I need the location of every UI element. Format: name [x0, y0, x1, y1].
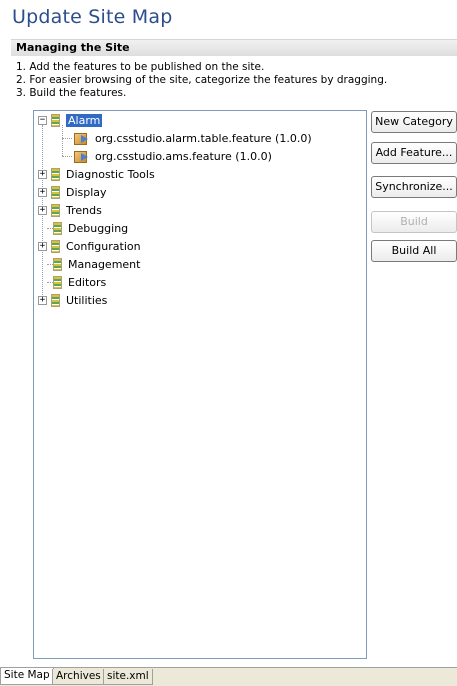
expand-icon[interactable]: +	[38, 169, 47, 179]
instruction-3: 3. Build the features.	[16, 87, 127, 99]
tree-item-debugging[interactable]: Debugging	[49, 219, 128, 237]
tree-item-label: Trends	[66, 203, 102, 217]
tree-item-trends[interactable]: + Trends	[38, 201, 102, 219]
feature-icon	[74, 131, 90, 145]
section-title: Managing the Site	[16, 41, 130, 54]
category-icon	[51, 113, 60, 127]
instruction-2: 2. For easier browsing of the site, cate…	[16, 74, 388, 86]
expand-icon[interactable]: +	[38, 295, 47, 305]
collapse-icon[interactable]: −	[38, 115, 47, 125]
tab-archives[interactable]: Archives	[52, 669, 105, 685]
tree-item-label: org.csstudio.alarm.table.feature (1.0.0)	[95, 131, 312, 145]
synchronize-button[interactable]: Synchronize...	[371, 176, 457, 198]
tree-item-label: Display	[66, 185, 107, 199]
tree-item-utilities[interactable]: + Utilities	[38, 291, 107, 309]
category-icon	[53, 275, 62, 289]
category-icon	[51, 203, 60, 217]
expand-icon[interactable]: +	[38, 187, 47, 197]
tree-item-management[interactable]: Management	[49, 255, 140, 273]
category-icon	[51, 239, 60, 253]
category-icon	[53, 257, 62, 271]
expand-icon[interactable]: +	[38, 205, 47, 215]
tree-item-label: Utilities	[66, 293, 108, 307]
tree-item-editors[interactable]: Editors	[49, 273, 106, 291]
tree-item-label: Editors	[68, 275, 107, 289]
new-category-button[interactable]: New Category	[371, 111, 457, 133]
tree-item-label: Management	[68, 257, 141, 271]
tab-site-map[interactable]: Site Map	[0, 668, 54, 685]
tree-item-label: Configuration	[66, 239, 141, 253]
tree-item-configuration[interactable]: + Configuration	[38, 237, 141, 255]
tree-item-label: Alarm	[66, 113, 103, 127]
site-map-tree[interactable]: − Alarm org.csstudio.alarm.table.feature…	[33, 110, 367, 659]
instructions: 1. Add the features to be published on t…	[16, 61, 387, 100]
instruction-1: 1. Add the features to be published on t…	[16, 61, 265, 73]
tree-item-label: Diagnostic Tools	[66, 167, 155, 181]
tree-item-label: Debugging	[68, 221, 129, 235]
tab-site-xml[interactable]: site.xml	[103, 669, 153, 685]
tree-item-diagnostic-tools[interactable]: + Diagnostic Tools	[38, 165, 155, 183]
page-title: Update Site Map	[12, 6, 173, 28]
category-icon	[51, 167, 60, 181]
tree-item-feature[interactable]: org.csstudio.ams.feature (1.0.0)	[74, 147, 272, 165]
tree-item-display[interactable]: + Display	[38, 183, 107, 201]
section-header: Managing the Site	[11, 39, 457, 56]
category-icon	[51, 293, 60, 307]
build-button[interactable]: Build	[371, 211, 457, 233]
tree-item-feature[interactable]: org.csstudio.alarm.table.feature (1.0.0)	[74, 129, 312, 147]
tree-item-alarm[interactable]: − Alarm	[38, 111, 103, 129]
category-icon	[53, 221, 62, 235]
build-all-button[interactable]: Build All	[371, 240, 457, 262]
expand-icon[interactable]: +	[38, 241, 47, 251]
editor-tab-bar: Site Map Archives site.xml	[0, 667, 457, 686]
category-icon	[51, 185, 60, 199]
tree-item-label: org.csstudio.ams.feature (1.0.0)	[95, 149, 272, 163]
feature-icon	[74, 149, 90, 163]
add-feature-button[interactable]: Add Feature...	[371, 142, 457, 164]
